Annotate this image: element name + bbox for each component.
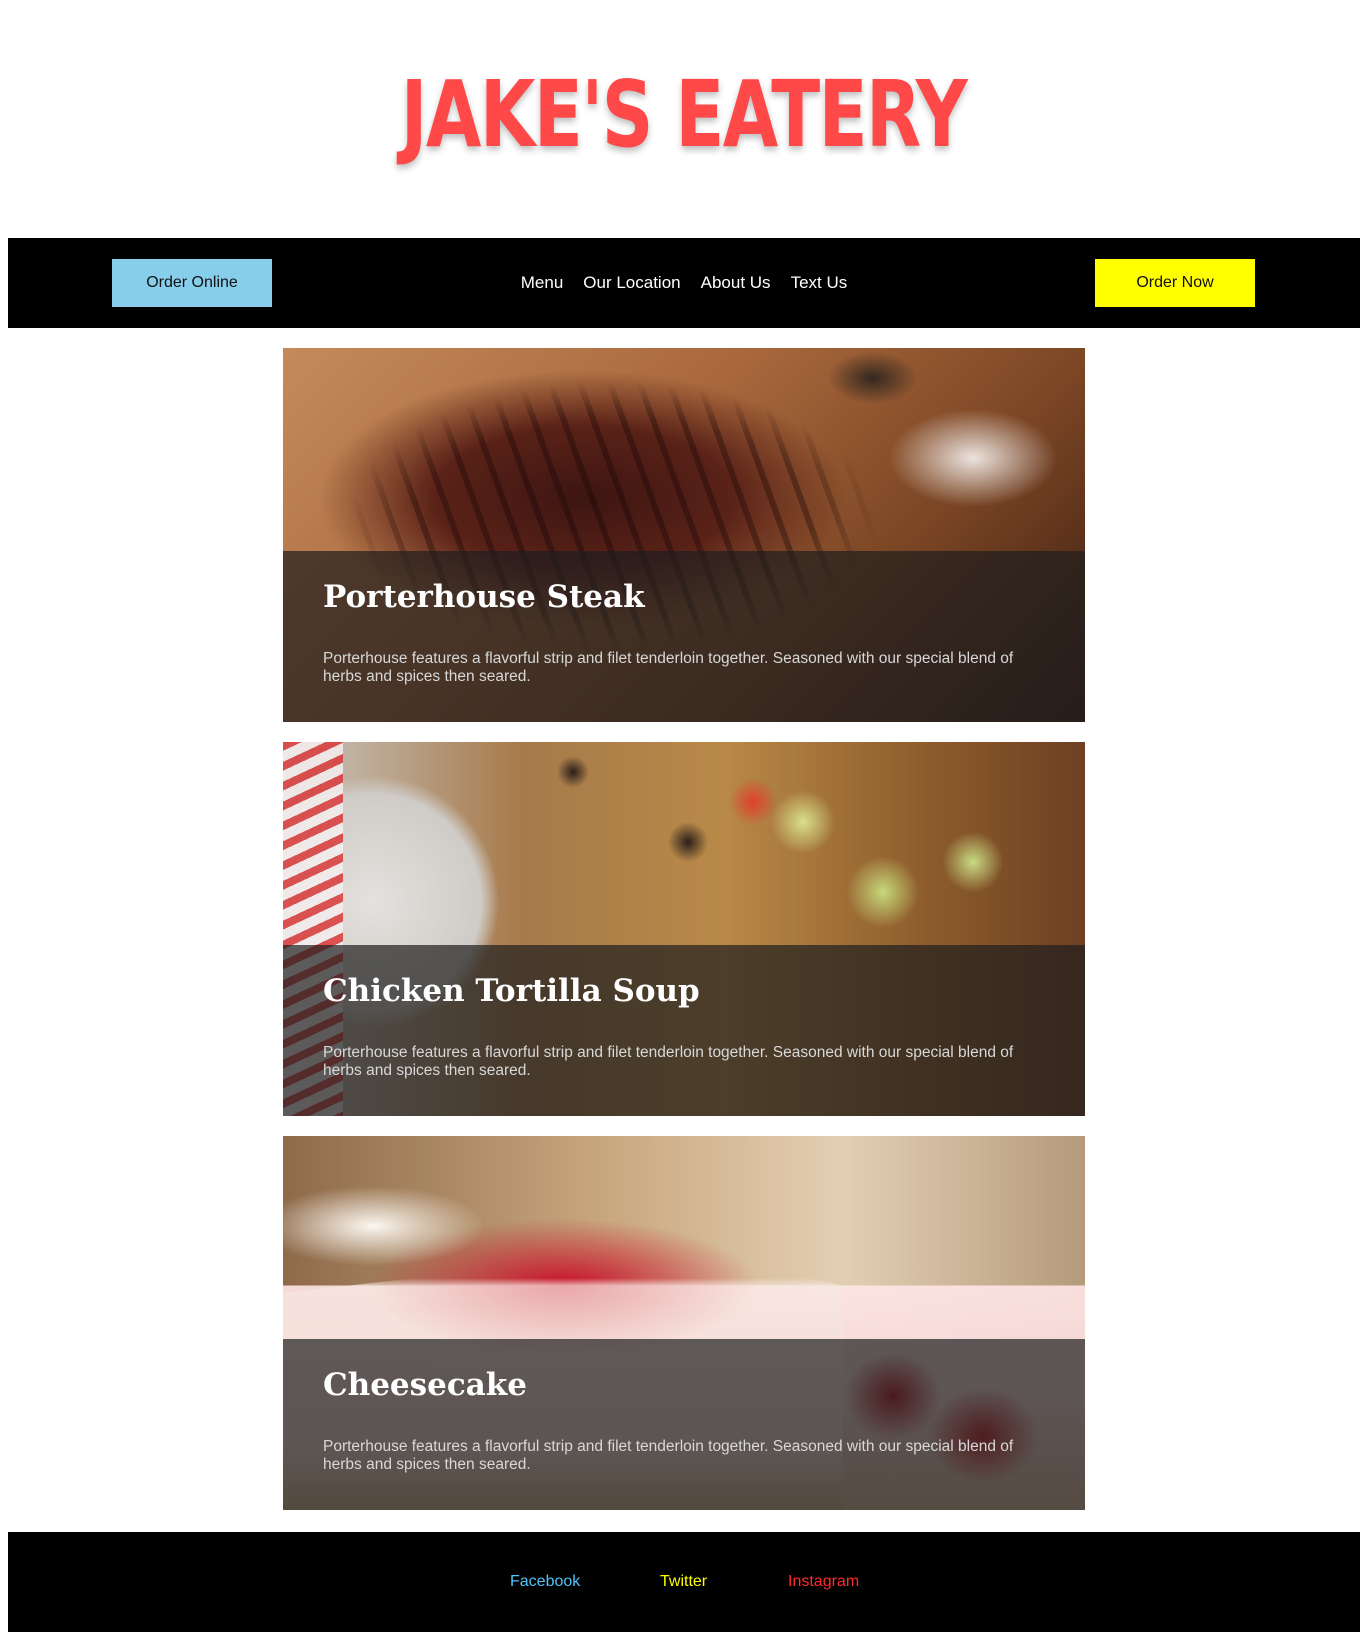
card-description: Porterhouse features a flavorful strip a… [323,1438,1014,1473]
card-description: Porterhouse features a flavorful strip a… [323,650,1014,685]
nav-link-menu[interactable]: Menu [521,273,564,293]
menu-cards: Porterhouse Steak Porterhouse features a… [283,348,1085,1530]
card-title: Chicken Tortilla Soup [323,973,700,1009]
card-title: Porterhouse Steak [323,579,645,615]
site-logo[interactable]: JAKE'S EATERY [400,61,967,168]
card-caption: Chicken Tortilla Soup Porterhouse featur… [283,945,1085,1116]
order-now-button[interactable]: Order Now [1095,259,1255,307]
instagram-link[interactable]: Instagram [788,1532,859,1632]
nav-link-text-us[interactable]: Text Us [791,273,848,293]
menu-card-cheesecake[interactable]: Cheesecake Porterhouse features a flavor… [283,1136,1085,1510]
nav-link-our-location[interactable]: Our Location [583,273,680,293]
facebook-link[interactable]: Facebook [510,1532,580,1632]
site-footer: Facebook Twitter Instagram [8,1532,1360,1632]
card-caption: Cheesecake Porterhouse features a flavor… [283,1339,1085,1510]
twitter-link[interactable]: Twitter [660,1532,707,1632]
card-description: Porterhouse features a flavorful strip a… [323,1044,1014,1079]
card-title: Cheesecake [323,1367,527,1403]
menu-card-chicken-tortilla-soup[interactable]: Chicken Tortilla Soup Porterhouse featur… [283,742,1085,1116]
menu-card-porterhouse-steak[interactable]: Porterhouse Steak Porterhouse features a… [283,348,1085,722]
site-header: JAKE'S EATERY [0,0,1366,238]
main-navbar: Order Online Menu Our Location About Us … [8,238,1360,328]
nav-link-about-us[interactable]: About Us [701,273,771,293]
card-caption: Porterhouse Steak Porterhouse features a… [283,551,1085,722]
